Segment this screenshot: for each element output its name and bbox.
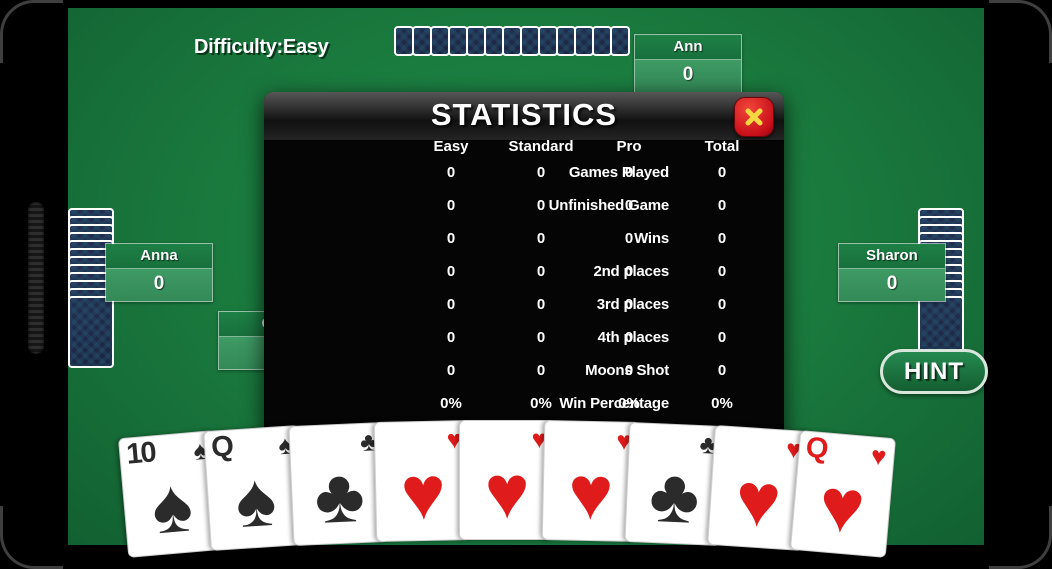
table-row: Wins 0 0 0 0 — [264, 226, 784, 259]
player-name: Ann — [635, 35, 741, 60]
card-suit-large: ♥ — [399, 450, 447, 537]
table-row: 4th places 0 0 0 0 — [264, 325, 784, 358]
card-rank: Q — [210, 430, 233, 464]
dialog-title-bar: STATISTICS — [264, 92, 784, 141]
game-screen: Difficulty:Easy Ann 0 Anna 0 Sharon 0 Gu… — [0, 0, 1052, 569]
player-score-box-sharon[interactable]: Sharon 0 — [838, 243, 946, 302]
table-cell: 0% — [618, 395, 640, 412]
device-grip-handle — [28, 202, 44, 354]
column-header: Easy — [433, 138, 469, 155]
card-back — [538, 26, 558, 56]
hint-button[interactable]: HINT — [880, 349, 988, 394]
table-cell: 0 — [536, 230, 546, 247]
column-header: Standard — [508, 138, 574, 155]
table-cell: 0 — [536, 362, 546, 379]
card-back — [430, 26, 450, 56]
card-suit-large: ♣ — [312, 452, 367, 540]
playing-card[interactable]: Q ♥ ♥ — [789, 430, 897, 558]
player-name: Anna — [106, 244, 212, 269]
table-row: Moons Shot 0 0 0 0 — [264, 358, 784, 391]
table-cell: 0 — [446, 230, 456, 247]
table-cell: 0 — [624, 197, 634, 214]
player-score-box-anna[interactable]: Anna 0 — [105, 243, 213, 302]
table-cell: 0 — [446, 329, 456, 346]
table-cell: 0 — [446, 164, 456, 181]
table-cell: 0 — [717, 296, 727, 313]
card-back — [466, 26, 486, 56]
table-cell: 0 — [624, 296, 634, 313]
player-name: Sharon — [839, 244, 945, 269]
table-cell: 0 — [624, 230, 634, 247]
table-cell: 0 — [717, 329, 727, 346]
table-row: 2nd places 0 0 0 0 — [264, 259, 784, 292]
opponent-hand-top — [394, 26, 636, 56]
card-back — [448, 26, 468, 56]
table-cell: 0% — [711, 395, 733, 412]
table-cell: 0 — [717, 263, 727, 280]
player-score: 0 — [106, 269, 212, 301]
table-cell: 0% — [530, 395, 552, 412]
column-header: Pro — [616, 138, 642, 155]
player-score: 0 — [635, 60, 741, 92]
table-cell: 0 — [446, 197, 456, 214]
bezel-corner-bottom-right — [989, 506, 1052, 569]
table-row: Unfinished Game 0 0 0 0 — [264, 193, 784, 226]
card-back — [502, 26, 522, 56]
table-cell: 0 — [717, 164, 727, 181]
table-row: 3rd places 0 0 0 0 — [264, 292, 784, 325]
card-suit-large: ♥ — [815, 462, 869, 551]
card-back — [556, 26, 576, 56]
card-back — [412, 26, 432, 56]
table-cell: 0 — [717, 197, 727, 214]
table-cell: 0 — [717, 230, 727, 247]
table-cell: 0 — [446, 362, 456, 379]
table-cell: 0 — [446, 263, 456, 280]
table-cell: 0 — [717, 362, 727, 379]
close-icon[interactable] — [734, 97, 774, 137]
card-back — [68, 296, 114, 368]
table-cell: 0 — [536, 296, 546, 313]
card-suit-large: ♥ — [484, 450, 530, 535]
card-suit-corner: ♥ — [869, 440, 888, 472]
table-cell: 0 — [536, 197, 546, 214]
bezel-corner-top-left — [0, 0, 63, 63]
table-cell: 0 — [624, 362, 634, 379]
bezel-corner-bottom-left — [0, 506, 63, 569]
column-header: Total — [704, 138, 740, 155]
table-row: Games Played 0 0 0 0 — [264, 160, 784, 193]
player-score-box-ann[interactable]: Ann 0 — [634, 34, 742, 93]
card-suit-large: ♥ — [567, 450, 615, 537]
playing-card[interactable]: ♥ ♥ — [459, 420, 555, 540]
card-back — [610, 26, 630, 56]
table-cell: 0 — [536, 164, 546, 181]
card-rank: Q — [804, 431, 828, 466]
table-cell: 0 — [624, 329, 634, 346]
card-back — [574, 26, 594, 56]
dialog-title: STATISTICS — [430, 97, 618, 132]
table-cell: 0 — [536, 263, 546, 280]
bezel-corner-top-right — [989, 0, 1052, 63]
table-header-row: Easy Standard Pro Total — [264, 138, 784, 160]
player-score: 0 — [839, 269, 945, 301]
card-back — [484, 26, 504, 56]
card-back — [592, 26, 612, 56]
table-cell: 0 — [536, 329, 546, 346]
table-cell: 0% — [440, 395, 462, 412]
card-back — [520, 26, 540, 56]
playing-card[interactable]: ♥ ♥ — [373, 419, 473, 542]
difficulty-label: Difficulty:Easy — [194, 36, 329, 58]
table-cell: 0 — [446, 296, 456, 313]
table-cell: 0 — [624, 263, 634, 280]
statistics-table: Easy Standard Pro Total Games Played 0 0 0 0… — [264, 138, 784, 424]
card-back — [394, 26, 414, 56]
table-cell: 0 — [624, 164, 634, 181]
